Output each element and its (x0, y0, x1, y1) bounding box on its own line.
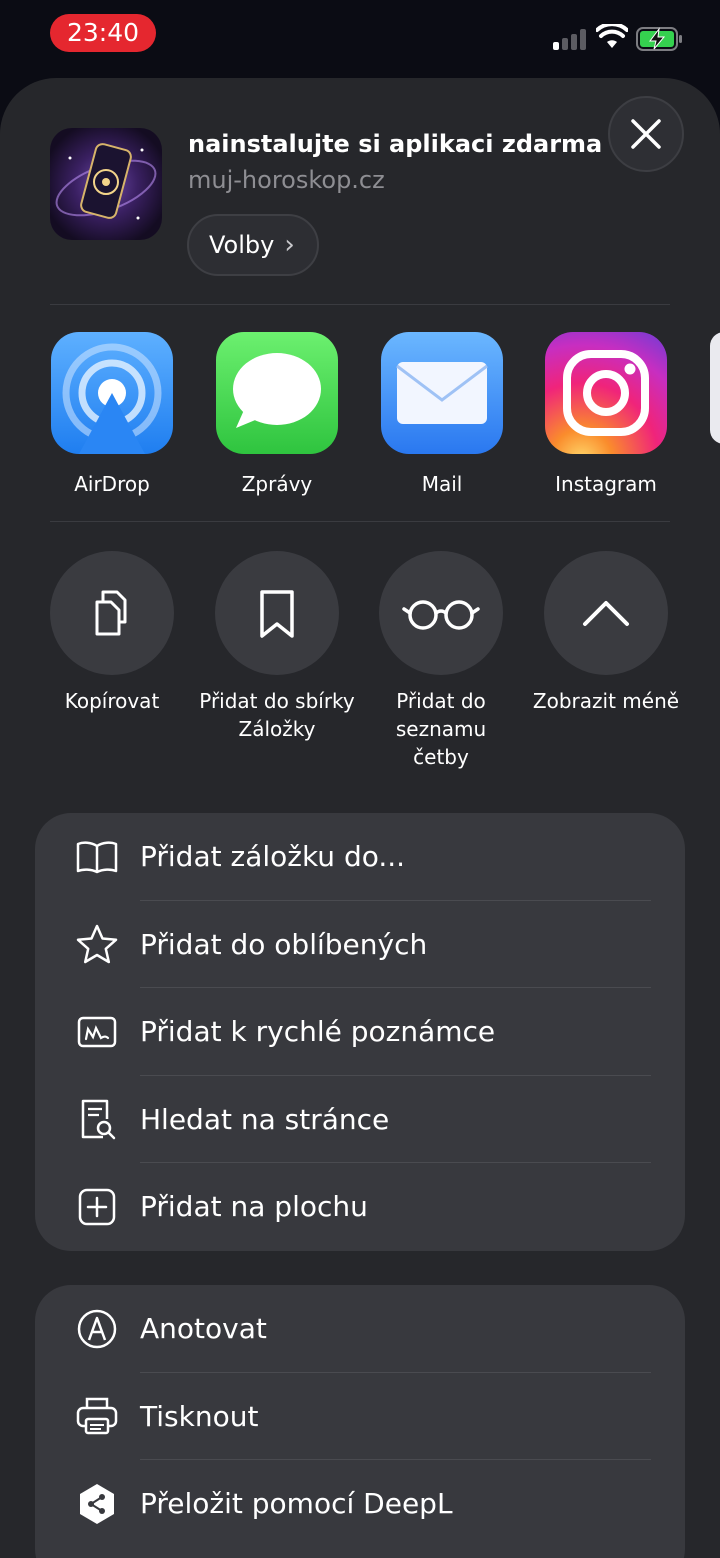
share-app-instagram[interactable]: Instagram (531, 332, 681, 496)
action-label: Přidat do sbírky Záložky (199, 689, 355, 741)
menu-item-label: Tisknout (140, 1399, 259, 1433)
wifi-icon (596, 24, 628, 48)
action-show-less[interactable]: Zobrazit méně (524, 551, 688, 715)
options-button[interactable]: Volby › (187, 214, 319, 276)
copy-icon (95, 590, 127, 636)
find-on-page-icon (75, 1097, 119, 1141)
action-add-bookmark[interactable]: Přidat do sbírky Záložky (195, 551, 359, 743)
menu-item-label: Přidat k rychlé poznámce (140, 1015, 496, 1049)
messages-icon (216, 332, 338, 454)
markup-icon (75, 1307, 119, 1351)
quick-note-icon (75, 1010, 119, 1054)
share-header: nainstalujte si aplikaci zdarma muj-horo… (0, 78, 720, 306)
app-label: AirDrop (74, 472, 150, 496)
printer-icon (75, 1394, 119, 1438)
share-app-airdrop[interactable]: AirDrop (37, 332, 187, 496)
menu-item-label: Přidat na plochu (140, 1190, 368, 1224)
app-label: Mail (421, 472, 463, 496)
bookmark-icon (260, 590, 294, 638)
action-reading-list[interactable]: Přidat do seznamu četby (359, 551, 523, 771)
menu-item-label: Přidat do oblíbených (140, 927, 428, 961)
app-label: Instagram (555, 472, 657, 496)
menu-item-label: Anotovat (140, 1312, 267, 1346)
chevron-right-icon: › (284, 230, 295, 260)
mail-icon (381, 332, 503, 454)
book-icon (75, 835, 119, 879)
divider (50, 304, 670, 305)
site-app-icon (50, 128, 162, 240)
action-label: Zobrazit méně (532, 689, 680, 713)
chevron-up-icon (583, 601, 629, 626)
battery-charging-icon (636, 27, 682, 51)
menu-group-actions: Anotovat Tisknout Přeložit pomocí DeepL (35, 1285, 685, 1558)
glasses-icon (402, 600, 480, 630)
menu-item-label: Hledat na stránce (140, 1102, 390, 1136)
menu-item-label: Přeložit pomocí DeepL (140, 1487, 453, 1521)
menu-item-quick-note[interactable]: Přidat k rychlé poznámce (35, 988, 685, 1076)
page-url: muj-horoskop.cz (188, 166, 385, 194)
page-title: nainstalujte si aplikaci zdarma (188, 130, 603, 158)
share-app-mail[interactable]: Mail (367, 332, 517, 496)
menu-item-add-bookmark-to[interactable]: Přidat záložku do... (35, 813, 685, 901)
action-label: Kopírovat (64, 689, 160, 713)
add-square-icon (75, 1185, 119, 1229)
menu-item-add-to-home-screen[interactable]: Přidat na plochu (35, 1163, 685, 1251)
close-icon (631, 119, 661, 149)
close-button[interactable] (608, 96, 684, 172)
menu-item-label: Přidat záložku do... (140, 840, 406, 874)
status-bar: 23:40 (0, 0, 720, 78)
share-sheet: nainstalujte si aplikaci zdarma muj-horo… (0, 78, 720, 1558)
app-label: Zprávy (241, 472, 313, 496)
menu-group-bookmarks: Přidat záložku do... Přidat do oblíbenýc… (35, 813, 685, 1251)
cellular-signal-icon (553, 28, 589, 50)
action-copy[interactable]: Kopírovat (30, 551, 194, 715)
menu-item-find-on-page[interactable]: Hledat na stránce (35, 1076, 685, 1163)
star-icon (75, 922, 119, 966)
divider (50, 521, 670, 522)
menu-item-markup[interactable]: Anotovat (35, 1285, 685, 1373)
instagram-icon (545, 332, 667, 454)
share-app-next-peek[interactable] (710, 332, 720, 444)
menu-item-translate-deepl[interactable]: Přeložit pomocí DeepL (35, 1460, 685, 1548)
menu-item-print[interactable]: Tisknout (35, 1373, 685, 1460)
options-label: Volby (209, 231, 275, 259)
deepl-icon (75, 1482, 119, 1526)
status-time: 23:40 (50, 14, 156, 52)
action-label: Přidat do seznamu četby (395, 689, 487, 769)
menu-item-add-to-favorites[interactable]: Přidat do oblíbených (35, 901, 685, 988)
airdrop-icon (51, 332, 173, 454)
share-app-messages[interactable]: Zprávy (202, 332, 352, 496)
